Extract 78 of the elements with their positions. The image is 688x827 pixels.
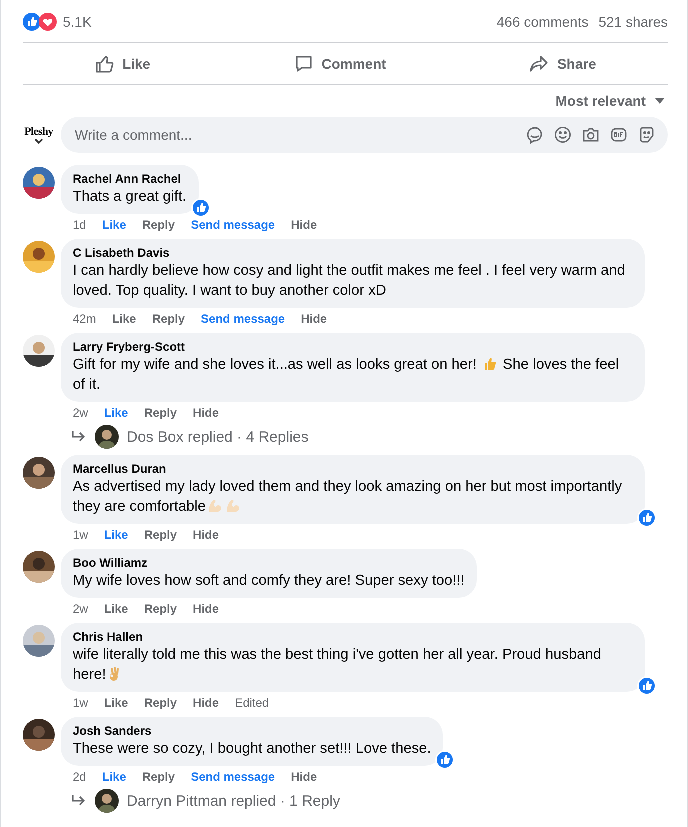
reply-link[interactable]: Reply xyxy=(144,528,178,542)
reply-arrow-icon xyxy=(71,430,87,444)
reaction-count[interactable]: 5.1K xyxy=(63,14,92,30)
comment-button[interactable]: Comment xyxy=(284,43,396,84)
reply-link[interactable]: Reply xyxy=(144,406,178,420)
like-button[interactable]: Like xyxy=(84,43,161,84)
share-count[interactable]: 521 shares xyxy=(598,14,668,30)
timestamp[interactable]: 42m xyxy=(73,312,96,326)
smiley-icon[interactable] xyxy=(554,126,572,144)
timestamp[interactable]: 1w xyxy=(73,528,88,542)
timestamp[interactable]: 1w xyxy=(73,696,88,710)
thumbs-up-icon xyxy=(94,54,115,74)
comment-field[interactable]: Write a comment... xyxy=(73,126,526,144)
page-logo[interactable]: Pleshy xyxy=(24,126,54,138)
timestamp[interactable]: 2w xyxy=(73,406,88,420)
reply-link[interactable]: Reply xyxy=(142,218,176,232)
like-reaction-icon[interactable] xyxy=(435,750,456,770)
author-name[interactable]: Rachel Ann Rachel xyxy=(73,171,187,187)
chevron-down-icon[interactable] xyxy=(34,138,44,144)
author-name[interactable]: Chris Hallen xyxy=(73,629,633,645)
author-name[interactable]: Larry Fryberg-Scott xyxy=(73,339,633,355)
like-link[interactable]: Like xyxy=(112,312,136,326)
hide-link[interactable]: Hide xyxy=(301,312,328,326)
comment-text: Gift for my wife and she loves it...as well as looks great on her! She loves the feel of it. xyxy=(73,355,620,395)
flexed-arm-emoji-icon xyxy=(225,498,242,514)
comment-count[interactable]: 466 comments xyxy=(496,14,589,30)
like-link[interactable]: Like xyxy=(104,602,128,616)
timestamp[interactable]: 2d xyxy=(73,770,86,784)
comment-text: Thats a great gift. xyxy=(73,188,187,207)
comment-text: As advertised my lady loved them and they look amazing on her but most importantly they are comfortable xyxy=(73,478,624,517)
reply-link[interactable]: Reply xyxy=(144,602,178,616)
message-link[interactable]: Send message xyxy=(201,312,286,326)
like-reaction-icon xyxy=(23,13,41,31)
camera-icon[interactable] xyxy=(582,126,600,144)
like-link[interactable]: Like xyxy=(102,218,126,232)
reply-link[interactable]: Reply xyxy=(144,696,178,710)
message-link[interactable]: Send message xyxy=(191,218,276,232)
hide-link[interactable]: Hide xyxy=(193,696,220,710)
like-reaction-icon[interactable] xyxy=(637,508,657,528)
flexed-arm-emoji-icon xyxy=(207,498,224,514)
like-reaction-icon[interactable] xyxy=(637,676,657,696)
hide-link[interactable]: Hide xyxy=(291,218,318,232)
hide-link[interactable]: Hide xyxy=(193,406,220,420)
like-link[interactable]: Like xyxy=(104,696,128,710)
speech-bubble-icon xyxy=(294,54,314,74)
view-replies-link[interactable]: Dos Box replied · 4 Replies xyxy=(127,428,309,446)
timestamp[interactable]: 1d xyxy=(73,218,86,232)
like-link[interactable]: Like xyxy=(104,406,128,420)
reply-link[interactable]: Reply xyxy=(142,770,176,784)
timestamp[interactable]: 2w xyxy=(73,602,88,616)
comment-composer[interactable]: Write a comment... xyxy=(61,117,668,153)
comment-text: These were so cozy, I bought another set!!! Love these. xyxy=(73,740,432,759)
view-replies-link[interactable]: Darryn Pittman replied · 1 Reply xyxy=(127,792,340,810)
author-name[interactable]: C Lisabeth Davis xyxy=(73,245,633,261)
like-link[interactable]: Like xyxy=(102,770,126,784)
comment-text: wife literally told me this was the best thing i've gotten her all year. Proud husband here! xyxy=(73,646,602,685)
love-reaction-icon xyxy=(39,13,57,31)
author-name[interactable]: Boo Williamz xyxy=(73,555,465,571)
thumbs-up-emoji-icon xyxy=(482,356,498,372)
comment-text: I can hardly believe how cosy and light the outfit makes me feel . I feel very warm and loved. Top quality. I want to buy another color xD xyxy=(73,262,626,301)
hide-link[interactable]: Hide xyxy=(291,770,318,784)
share-arrow-icon xyxy=(529,54,550,74)
like-link[interactable]: Like xyxy=(104,528,128,542)
message-link[interactable]: Send message xyxy=(191,770,276,784)
sort-dropdown[interactable]: Most relevant xyxy=(554,91,668,111)
author-name[interactable]: Josh Sanders xyxy=(73,723,432,739)
comment-text: My wife loves how soft and comfy they are! Super sexy too!!! xyxy=(73,572,465,591)
like-reaction-icon[interactable] xyxy=(190,198,211,218)
share-button[interactable]: Share xyxy=(519,43,606,84)
gif-icon[interactable] xyxy=(610,126,628,144)
reply-link[interactable]: Reply xyxy=(152,312,186,326)
edited-label: Edited xyxy=(235,696,270,710)
author-name[interactable]: Marcellus Duran xyxy=(73,461,633,477)
hide-link[interactable]: Hide xyxy=(193,602,220,616)
hide-link[interactable]: Hide xyxy=(193,528,220,542)
sticker-icon[interactable] xyxy=(638,126,656,144)
reply-arrow-icon xyxy=(71,794,87,808)
caret-icon xyxy=(654,97,666,105)
